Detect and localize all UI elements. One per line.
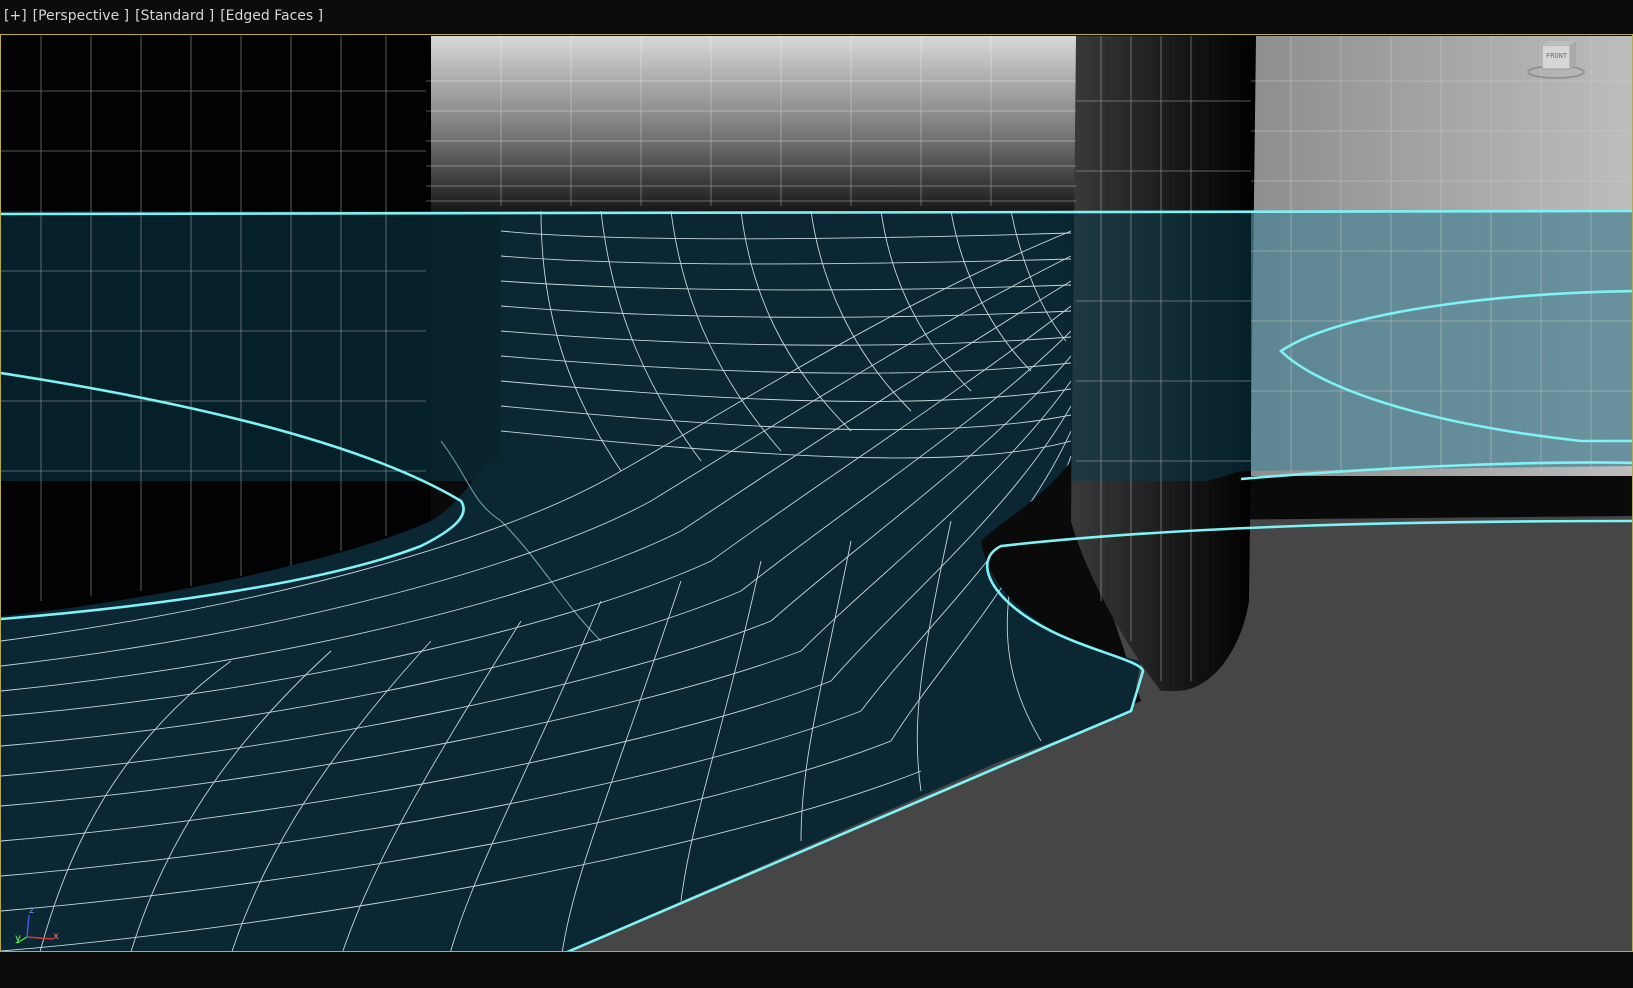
viewcube-face-label: FRONT xyxy=(1546,52,1568,60)
viewcube-icon xyxy=(1527,41,1585,79)
bottom-strip xyxy=(0,952,1633,988)
axis-gizmo: z x y xyxy=(13,905,63,947)
perspective-viewport[interactable]: FRONT z x y xyxy=(0,34,1633,952)
viewport-plus-menu[interactable]: [+] xyxy=(4,6,27,26)
axis-y-label: y xyxy=(15,933,21,944)
axis-x-label: x xyxy=(53,931,59,942)
axis-z-label: z xyxy=(29,905,35,916)
viewcube[interactable]: FRONT xyxy=(1526,41,1586,81)
viewport-label-bar: [+] [Perspective ] [Standard ] [Edged Fa… xyxy=(0,0,1633,34)
viewport-view-menu[interactable]: [Perspective ] xyxy=(33,6,129,26)
viewport-display-menu[interactable]: [Edged Faces ] xyxy=(220,6,323,26)
viewport-menu: [+] [Perspective ] [Standard ] [Edged Fa… xyxy=(4,6,323,26)
scene-render xyxy=(1,35,1632,951)
viewport-shading-menu[interactable]: [Standard ] xyxy=(135,6,214,26)
